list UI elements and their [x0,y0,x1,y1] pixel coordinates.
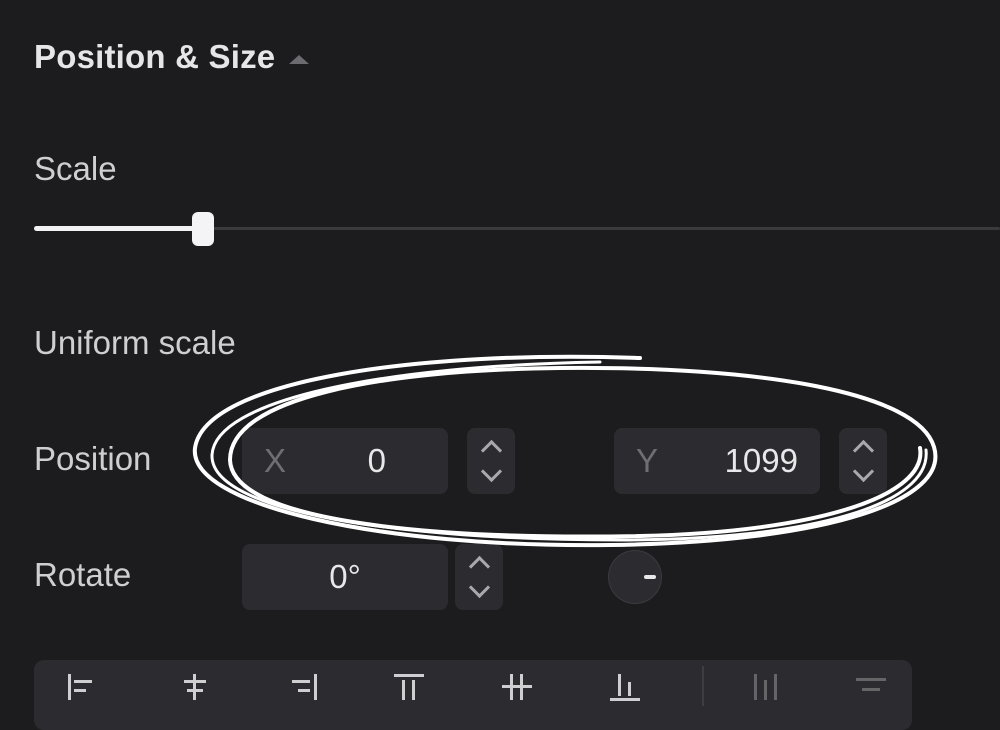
align-center-horizontal-icon[interactable] [180,674,210,700]
section-title: Position & Size [34,38,276,75]
dial-indicator [644,575,656,579]
rotate-field[interactable]: 0° [242,544,448,610]
chevron-down-icon[interactable] [480,460,502,483]
x-axis-label: X [264,442,287,479]
alignment-toolbar [34,660,912,730]
toolbar-divider [702,666,704,706]
y-axis-label: Y [636,442,659,479]
y-value[interactable]: 1099 [725,442,798,480]
scale-slider[interactable] [34,212,1000,246]
x-value[interactable]: 0 [368,442,386,480]
slider-fill [34,226,204,231]
align-left-icon[interactable] [68,674,98,700]
position-y-field[interactable]: Y 1099 [614,428,820,494]
position-x-field[interactable]: X 0 [242,428,448,494]
uniform-scale-label[interactable]: Uniform scale [34,324,236,362]
rotation-dial-icon[interactable] [608,550,662,604]
distribute-horizontal-icon[interactable] [750,674,780,700]
position-label: Position [34,440,152,477]
align-top-icon[interactable] [394,674,424,700]
section-header-position-size[interactable]: Position & Size [34,38,310,76]
align-center-vertical-icon[interactable] [502,674,532,700]
chevron-up-icon[interactable] [480,439,502,462]
align-bottom-icon[interactable] [610,674,640,701]
align-right-icon[interactable] [288,674,318,700]
caret-up-icon[interactable] [289,54,310,64]
distribute-vertical-icon[interactable] [856,674,886,700]
position-x-stepper[interactable] [467,428,515,494]
chevron-up-icon[interactable] [468,555,490,578]
rotate-stepper[interactable] [455,544,503,610]
scale-label: Scale [34,150,117,187]
chevron-down-icon[interactable] [468,576,490,599]
chevron-up-icon[interactable] [852,439,874,462]
position-y-stepper[interactable] [839,428,887,494]
rotate-label: Rotate [34,556,132,593]
rotate-value[interactable]: 0° [329,558,361,596]
slider-thumb[interactable] [192,212,214,246]
chevron-down-icon[interactable] [852,460,874,483]
